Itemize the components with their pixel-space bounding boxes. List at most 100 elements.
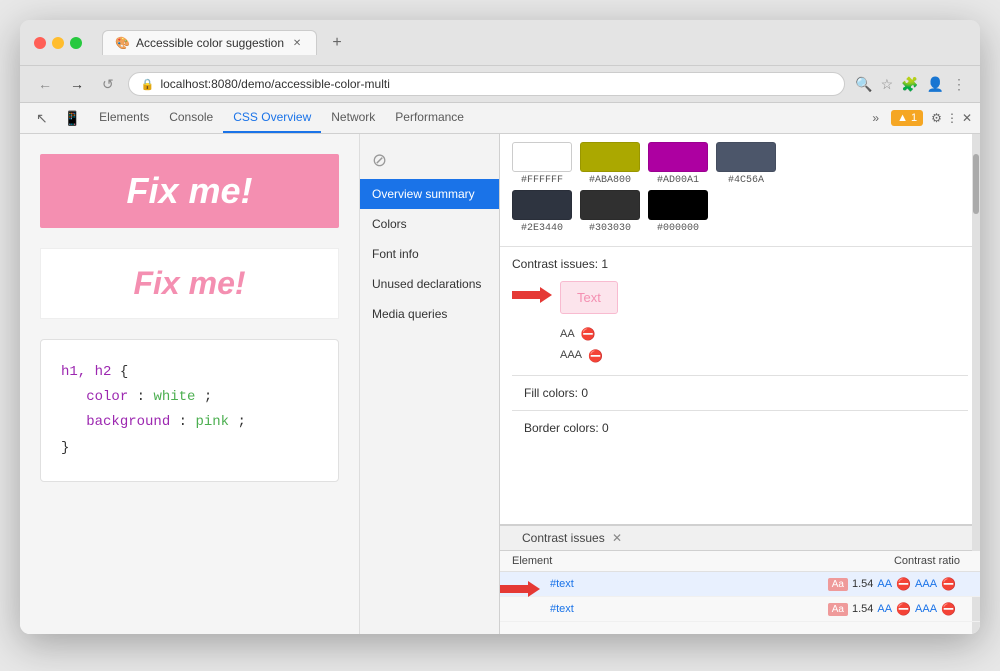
devtools-action-buttons: ⚙ ⋮ ✕: [931, 111, 972, 125]
new-tab-button[interactable]: +: [325, 31, 349, 55]
settings-icon[interactable]: ⚙: [931, 111, 942, 125]
sidebar-item-colors[interactable]: Colors: [360, 209, 499, 239]
fix-me-pink-text: Fix me!: [126, 170, 252, 211]
maximize-button[interactable]: [70, 37, 82, 49]
back-button[interactable]: ←: [34, 74, 56, 94]
tab-area: 🎨 Accessible color suggestion ✕ +: [102, 30, 966, 55]
aa-label-1: AA: [877, 578, 892, 590]
code-line-4: }: [61, 436, 318, 461]
bottom-table-container: Element Contrast ratio #text Aa 1.54: [500, 551, 980, 634]
menu-icon[interactable]: ⋮: [952, 76, 966, 93]
reload-button[interactable]: ↺: [98, 74, 118, 95]
aa-fail-icon-1: ⛔: [896, 577, 911, 591]
bottom-arrow-container: [500, 579, 540, 599]
swatch-label: #2E3440: [521, 223, 563, 234]
swatch-box: [580, 190, 640, 220]
sidebar-item-unused-declarations[interactable]: Unused declarations: [360, 269, 499, 299]
element-column-header: Element: [500, 551, 665, 572]
swatch-4c56a[interactable]: #4C56A: [716, 142, 776, 186]
swatch-label: #303030: [589, 223, 631, 234]
arrow-container: [512, 285, 552, 305]
devtools-menu-icon[interactable]: ⋮: [946, 111, 958, 125]
aaa-label: AAA: [560, 346, 582, 366]
contrast-issues-table: Element Contrast ratio #text Aa 1.54: [500, 551, 980, 622]
contrast-ratings: AA ⛔ AAA ⛔: [560, 324, 618, 367]
ratio-value-2: 1.54: [852, 603, 873, 615]
swatch-box: [512, 142, 572, 172]
bottom-panel: Contrast issues ✕ Element: [500, 524, 980, 634]
extensions-icon[interactable]: 🧩: [901, 76, 918, 93]
fill-colors-section: Fill colors: 0: [512, 375, 968, 410]
contrast-preview-area: Text AA ⛔ AAA ⛔: [512, 281, 968, 367]
bookmark-icon[interactable]: ☆: [881, 76, 894, 93]
aa-label: AA: [560, 325, 575, 345]
colors-section: #FFFFFF #ABA800 #AD00A1 #4C56A: [500, 134, 980, 247]
swatch-303030[interactable]: #303030: [580, 190, 640, 234]
address-bar: ← → ↺ 🔒 localhost:8080/demo/accessible-c…: [20, 66, 980, 103]
tab-close-button[interactable]: ✕: [290, 36, 304, 50]
code-line-2: color : white ;: [61, 385, 318, 410]
bottom-red-arrow-icon: [500, 579, 540, 599]
aa-badge-1: Aa: [828, 578, 848, 591]
sidebar-item-overview[interactable]: Overview summary: [360, 179, 499, 209]
dark-swatches-row: #2E3440 #303030 #000000: [512, 190, 968, 234]
swatch-000000[interactable]: #000000: [648, 190, 708, 234]
aa-fail-icon-2: ⛔: [896, 602, 911, 616]
tab-elements[interactable]: Elements: [89, 103, 159, 133]
tab-performance[interactable]: Performance: [385, 103, 474, 133]
sidebar-item-media-queries[interactable]: Media queries: [360, 299, 499, 329]
swatch-2e3440[interactable]: #2E3440: [512, 190, 572, 234]
close-button[interactable]: [34, 37, 46, 49]
swatch-box: [648, 142, 708, 172]
aaa-no-icon: ⛔: [588, 346, 603, 368]
devtools-close-icon[interactable]: ✕: [962, 111, 972, 125]
table-row[interactable]: #text Aa 1.54 AA ⛔ AAA ⛔: [500, 597, 980, 622]
tab-console[interactable]: Console: [159, 103, 223, 133]
code-block: h1, h2 { color : white ; background : pi…: [40, 339, 339, 482]
swatch-label: #FFFFFF: [521, 175, 563, 186]
swatch-box: [580, 142, 640, 172]
minimize-button[interactable]: [52, 37, 64, 49]
fix-me-white-block: Fix me!: [40, 248, 339, 319]
contrast-issues-tab-close[interactable]: ✕: [612, 531, 622, 545]
element-cell-2: #text: [500, 597, 665, 622]
browser-tab[interactable]: 🎨 Accessible color suggestion ✕: [102, 30, 317, 55]
main-content: Fix me! Fix me! h1, h2 { color : white ;: [20, 134, 980, 634]
devtools-warning-badge: ▲ 1: [891, 110, 923, 126]
devtools-cursor-tool[interactable]: ↖: [28, 104, 56, 133]
search-icon[interactable]: 🔍: [855, 76, 872, 93]
border-colors-text: Border colors: 0: [524, 421, 956, 435]
tab-network[interactable]: Network: [321, 103, 385, 133]
swatch-box: [648, 190, 708, 220]
swatch-ad00a1[interactable]: #AD00A1: [648, 142, 708, 186]
code-line-3: background : pink ;: [61, 410, 318, 435]
page-preview: Fix me! Fix me! h1, h2 { color : white ;: [20, 134, 360, 634]
swatch-aba800[interactable]: #ABA800: [580, 142, 640, 186]
contrast-section: Contrast issues: 1 Text AA ⛔: [500, 247, 980, 524]
red-arrow-icon: [512, 285, 552, 305]
forward-button[interactable]: →: [66, 74, 88, 94]
contrast-issues-tab[interactable]: Contrast issues ✕: [512, 526, 632, 550]
profile-icon[interactable]: 👤: [927, 76, 944, 93]
fix-me-pink-block: Fix me!: [40, 154, 339, 228]
swatch-box: [512, 190, 572, 220]
fix-me-white-text: Fix me!: [133, 265, 245, 301]
fill-colors-text: Fill colors: 0: [524, 386, 956, 400]
traffic-lights: [34, 37, 82, 49]
tab-css-overview[interactable]: CSS Overview: [223, 103, 321, 133]
devtools-more-button[interactable]: »: [864, 107, 887, 129]
css-overview-sidebar: ⊘ Overview summary Colors Font info Unus…: [360, 134, 500, 634]
swatch-ffffff[interactable]: #FFFFFF: [512, 142, 572, 186]
sidebar-item-font-info[interactable]: Font info: [360, 239, 499, 269]
lock-icon: 🔒: [141, 78, 155, 91]
right-panel: #FFFFFF #ABA800 #AD00A1 #4C56A: [500, 134, 980, 634]
code-line-1: h1, h2 {: [61, 360, 318, 385]
table-row[interactable]: #text Aa 1.54 AA ⛔ AAA ⛔: [500, 572, 980, 597]
tab-title: Accessible color suggestion: [136, 36, 284, 50]
aaa-label-1: AAA: [915, 578, 937, 590]
swatch-label: #AD00A1: [657, 175, 699, 186]
devtools-mobile-tool[interactable]: 📱: [56, 104, 89, 133]
aa-badge-2: Aa: [828, 603, 848, 616]
browser-window: 🎨 Accessible color suggestion ✕ + ← → ↺ …: [20, 20, 980, 634]
url-bar[interactable]: 🔒 localhost:8080/demo/accessible-color-m…: [128, 72, 845, 96]
